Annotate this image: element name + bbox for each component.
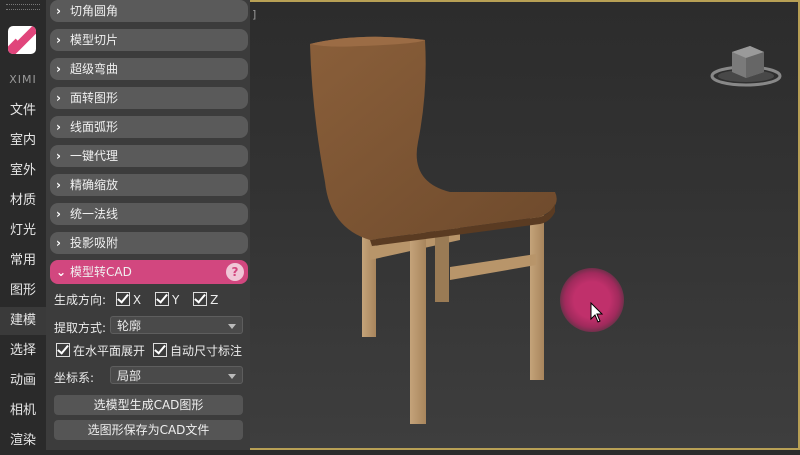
nav-item-camera[interactable]: 相机: [0, 397, 46, 425]
nav-item-common[interactable]: 常用: [0, 247, 46, 275]
chevron-right-icon: ›: [56, 62, 61, 76]
section-proxy[interactable]: › 一键代理: [50, 145, 248, 167]
section-model-slice[interactable]: › 模型切片: [50, 29, 248, 51]
section-label: 模型切片: [70, 33, 119, 47]
nav-item-animation[interactable]: 动画: [0, 367, 46, 395]
view-cube-icon[interactable]: [710, 42, 782, 90]
checkbox-checked-icon: [193, 292, 208, 306]
axis-z-label: Z: [210, 293, 219, 307]
nav-item-material[interactable]: 材质: [0, 187, 46, 215]
section-label: 超级弯曲: [70, 62, 119, 76]
chevron-right-icon: ›: [56, 207, 61, 221]
nav-item-select[interactable]: 选择: [0, 337, 46, 365]
nav-item-render[interactable]: 渲染: [0, 427, 46, 455]
dropdown-arrow-icon: [228, 324, 236, 329]
coord-system-select[interactable]: 局部: [110, 366, 243, 384]
left-nav-bar: XIMI 文件 室内 室外 材质 灯光 常用 图形 建模 选择 动画 相机 渲染: [0, 0, 47, 450]
section-label: 投影吸附: [70, 236, 119, 250]
section-model-to-cad[interactable]: ⌄ 模型转CAD ?: [50, 260, 248, 284]
help-icon[interactable]: ?: [226, 263, 244, 281]
chevron-right-icon: ›: [56, 4, 61, 18]
brand-name: XIMI: [9, 73, 37, 86]
direction-row: 生成方向: X Y Z: [54, 291, 218, 308]
chevron-down-icon: ⌄: [56, 265, 67, 279]
auto-dimension-checkbox[interactable]: 自动尺寸标注: [153, 342, 242, 359]
section-label: 模型转CAD: [70, 265, 132, 279]
checkbox-checked-icon: [154, 292, 169, 306]
axis-x-label: X: [132, 293, 142, 307]
checkbox-checked-icon: [56, 343, 70, 357]
axis-y-label: Y: [171, 293, 180, 307]
coord-label: 坐标系:: [54, 371, 95, 385]
section-label: 面转图形: [70, 91, 119, 105]
extract-mode-value: 轮廓: [117, 319, 142, 333]
chevron-right-icon: ›: [56, 120, 61, 134]
save-cad-button[interactable]: 选图形保存为CAD文件: [54, 420, 243, 440]
nav-item-file[interactable]: 文件: [0, 97, 46, 125]
section-projection-snap[interactable]: › 投影吸附: [50, 232, 248, 254]
nav-item-light[interactable]: 灯光: [0, 217, 46, 245]
mouse-cursor-icon: [590, 302, 604, 323]
chair-model[interactable]: [300, 32, 630, 432]
section-label: 统一法线: [70, 207, 119, 221]
section-label: 线面弧形: [70, 120, 119, 134]
dropdown-arrow-icon: [228, 374, 236, 379]
section-chamfer[interactable]: › 切角圆角: [50, 0, 248, 22]
axis-x-checkbox[interactable]: X: [115, 292, 142, 307]
checkbox-checked-icon: [115, 292, 130, 306]
direction-label: 生成方向:: [54, 293, 107, 307]
nav-item-exterior[interactable]: 室外: [0, 157, 46, 185]
coord-system-value: 局部: [117, 369, 142, 383]
chevron-right-icon: ›: [56, 149, 61, 163]
section-label: 一键代理: [70, 149, 119, 163]
axis-z-checkbox[interactable]: Z: [193, 292, 219, 307]
chevron-right-icon: ›: [56, 236, 61, 250]
section-unify-normals[interactable]: › 统一法线: [50, 203, 248, 225]
section-label: 切角圆角: [70, 4, 119, 18]
section-label: 精确缩放: [70, 178, 119, 192]
auto-dimension-label: 自动尺寸标注: [170, 344, 243, 358]
expand-horizontal-checkbox[interactable]: 在水平面展开: [56, 342, 145, 359]
generate-cad-button[interactable]: 选模型生成CAD图形: [54, 395, 243, 415]
chevron-right-icon: ›: [56, 91, 61, 105]
nav-item-interior[interactable]: 室内: [0, 127, 46, 155]
section-face-to-shape[interactable]: › 面转图形: [50, 87, 248, 109]
extract-label: 提取方式:: [54, 321, 107, 335]
chevron-right-icon: ›: [56, 178, 61, 192]
viewport-label[interactable]: ]: [252, 8, 256, 21]
section-precise-scale[interactable]: › 精确缩放: [50, 174, 248, 196]
checkbox-checked-icon: [153, 343, 167, 357]
axis-y-checkbox[interactable]: Y: [154, 292, 180, 307]
app-logo-icon: [8, 26, 36, 54]
nav-item-modeling[interactable]: 建模: [0, 307, 46, 335]
extract-mode-select[interactable]: 轮廓: [110, 316, 243, 334]
3d-viewport[interactable]: ]: [250, 0, 800, 450]
nav-item-shape[interactable]: 图形: [0, 277, 46, 305]
section-line-arc[interactable]: › 线面弧形: [50, 116, 248, 138]
drag-grip-icon[interactable]: [6, 4, 40, 10]
chevron-right-icon: ›: [56, 33, 61, 47]
section-super-bend[interactable]: › 超级弯曲: [50, 58, 248, 80]
expand-horizontal-label: 在水平面展开: [73, 344, 146, 358]
